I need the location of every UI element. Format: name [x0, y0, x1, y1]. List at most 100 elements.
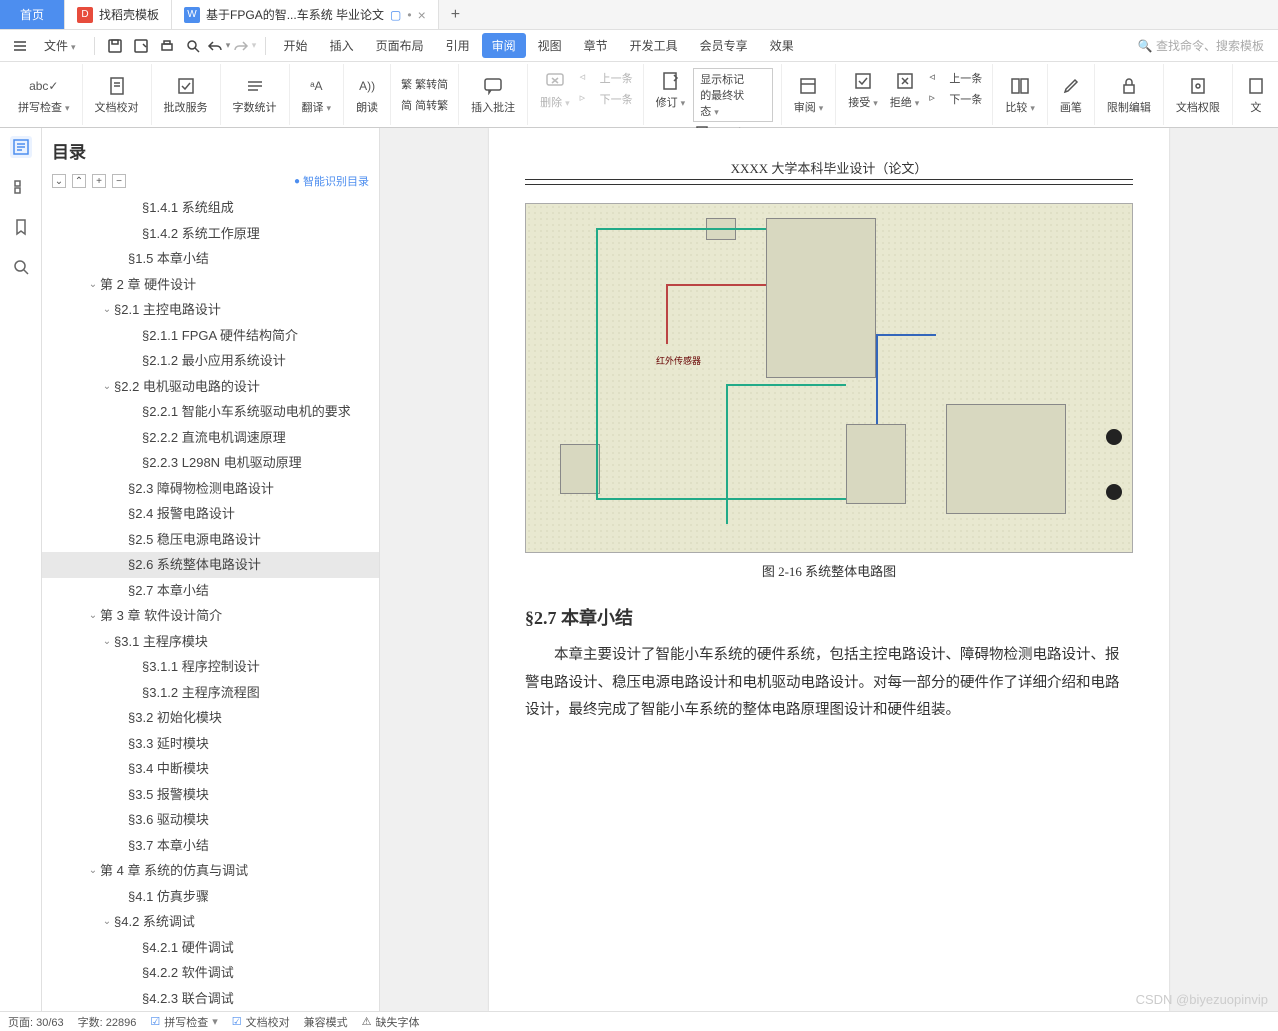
perm-button[interactable]: 文档权限 — [1172, 73, 1224, 117]
translate-button[interactable]: ᵃA翻译 — [298, 73, 336, 117]
toc-icon[interactable] — [10, 136, 32, 158]
menu-effects[interactable]: 效果 — [760, 33, 804, 58]
status-doccheck[interactable]: ☑文档校对 — [232, 1014, 290, 1030]
toc-item[interactable]: §3.1.1 程序控制设计 — [42, 654, 379, 680]
toc-minus[interactable]: − — [112, 174, 126, 188]
menu-insert[interactable]: 插入 — [320, 33, 364, 58]
delete-comment-button[interactable]: 删除 — [536, 68, 574, 112]
tab-actions-icon[interactable]: • — [407, 8, 411, 22]
toc-item[interactable]: §2.2.3 L298N 电机驱动原理 — [42, 450, 379, 476]
toc-item[interactable]: §3.7 本章小结 — [42, 833, 379, 859]
toc-item[interactable]: §4.2.3 联合调试 — [42, 986, 379, 1012]
toc-item[interactable]: §3.2 初始化模块 — [42, 705, 379, 731]
toc-item[interactable]: §3.6 驱动模块 — [42, 807, 379, 833]
compare-button[interactable]: 比较 — [1001, 73, 1039, 117]
tab-new[interactable]: + — [439, 0, 472, 29]
tab-document[interactable]: W 基于FPGA的智...车系统 毕业论文 ▢ • × — [172, 0, 439, 29]
trad-to-simp-button[interactable]: 繁 繁转简 — [399, 74, 450, 94]
toc-item[interactable]: §1.4.2 系统工作原理 — [42, 221, 379, 247]
status-page[interactable]: 页面: 30/63 — [8, 1014, 64, 1030]
next-change-button[interactable]: ▹下一条 — [927, 89, 984, 109]
hamburger-icon[interactable] — [8, 34, 32, 58]
accept-button[interactable]: 接受 — [844, 68, 882, 112]
menu-devtools[interactable]: 开发工具 — [620, 33, 688, 58]
toc-item[interactable]: §2.2.2 直流电机调速原理 — [42, 425, 379, 451]
toc-item[interactable]: §2.5 稳压电源电路设计 — [42, 527, 379, 553]
toc-item[interactable]: ⌄第 3 章 软件设计简介 — [42, 603, 379, 629]
toc-plus[interactable]: + — [92, 174, 106, 188]
menu-chapter[interactable]: 章节 — [574, 33, 618, 58]
chevron-down-icon[interactable]: ⌄ — [100, 914, 114, 929]
next-comment-button[interactable]: ▹下一条 — [578, 89, 635, 109]
tab-docker[interactable]: D 找稻壳模板 — [65, 0, 172, 29]
menu-review[interactable]: 审阅 — [482, 33, 526, 58]
document-viewport[interactable]: XXXX 大学本科毕业设计（论文） 红外传感器 图 2- — [380, 128, 1278, 1011]
toc-item[interactable]: ⌄§3.1 主程序模块 — [42, 629, 379, 655]
track-changes-button[interactable]: 修订 — [652, 68, 690, 112]
toc-item[interactable]: §1.5 本章小结 — [42, 246, 379, 272]
chevron-down-icon[interactable]: ⌄ — [100, 634, 114, 649]
toc-item[interactable]: §3.1.2 主程序流程图 — [42, 680, 379, 706]
tab-home[interactable]: 首页 — [0, 0, 65, 29]
toc-item[interactable]: §3.3 延时模块 — [42, 731, 379, 757]
simp-to-trad-button[interactable]: 简 简转繁 — [399, 95, 450, 115]
redo-icon[interactable] — [233, 34, 257, 58]
save-icon[interactable] — [103, 34, 127, 58]
toc-item[interactable]: §2.1.1 FPGA 硬件结构简介 — [42, 323, 379, 349]
toc-item[interactable]: §2.6 系统整体电路设计 — [42, 552, 379, 578]
bookmark-icon[interactable] — [10, 216, 32, 238]
menu-ref[interactable]: 引用 — [436, 33, 480, 58]
toc-smart-recognize[interactable]: 智能识别目录 — [294, 173, 369, 189]
status-compat[interactable]: 兼容模式 — [304, 1014, 348, 1030]
review-pane-button[interactable]: 审阅 — [790, 73, 828, 117]
toc-item[interactable]: §1.4.1 系统组成 — [42, 195, 379, 221]
toc-item[interactable]: ⌄§4.2 系统调试 — [42, 909, 379, 935]
insert-comment-button[interactable]: 插入批注 — [467, 73, 519, 117]
chevron-down-icon[interactable]: ⌄ — [86, 608, 100, 623]
status-spellcheck[interactable]: ☑拼写检查▾ — [150, 1014, 217, 1030]
toc-item[interactable]: ⌄第 4 章 系统的仿真与调试 — [42, 858, 379, 884]
status-missingfont[interactable]: ⚠缺失字体 — [362, 1014, 420, 1030]
menu-file[interactable]: 文件 — [34, 37, 86, 54]
wordcount-button[interactable]: 字数统计 — [229, 73, 281, 117]
pen-button[interactable]: 画笔 — [1056, 73, 1086, 117]
chevron-down-icon[interactable]: ⌄ — [86, 277, 100, 292]
prev-comment-button[interactable]: ◃上一条 — [578, 68, 635, 88]
menu-layout[interactable]: 页面布局 — [366, 33, 434, 58]
toc-item[interactable]: §4.1 仿真步骤 — [42, 884, 379, 910]
chevron-down-icon[interactable]: ⌄ — [86, 863, 100, 878]
save-as-icon[interactable] — [129, 34, 153, 58]
menu-members[interactable]: 会员专享 — [690, 33, 758, 58]
toc-item[interactable]: §2.2.1 智能小车系统驱动电机的要求 — [42, 399, 379, 425]
toc-item[interactable]: §4.2.1 硬件调试 — [42, 935, 379, 961]
toc-item[interactable]: §4.2.2 软件调试 — [42, 960, 379, 986]
restrict-button[interactable]: 限制编辑 — [1103, 73, 1155, 117]
close-icon[interactable]: × — [418, 7, 426, 23]
toc-item[interactable]: ⌄第 2 章 硬件设计 — [42, 272, 379, 298]
menu-start[interactable]: 开始 — [274, 33, 318, 58]
menu-view[interactable]: 视图 — [528, 33, 572, 58]
toc-item[interactable]: §3.5 报警模块 — [42, 782, 379, 808]
reject-button[interactable]: 拒绝 — [886, 68, 924, 112]
nav-icon[interactable] — [10, 176, 32, 198]
toc-expand-all[interactable]: ⌃ — [72, 174, 86, 188]
doccheck-button[interactable]: 文档校对 — [91, 73, 143, 117]
track-state-select[interactable]: 显示标记的最终状态 — [693, 68, 773, 122]
preview-icon[interactable] — [181, 34, 205, 58]
search-input[interactable]: 查找命令、搜索模板 — [1132, 35, 1270, 56]
toc-item[interactable]: §2.3 障碍物检测电路设计 — [42, 476, 379, 502]
prev-change-button[interactable]: ◃上一条 — [927, 68, 984, 88]
print-icon[interactable] — [155, 34, 179, 58]
toc-item[interactable]: §2.1.2 最小应用系统设计 — [42, 348, 379, 374]
search-icon[interactable] — [10, 256, 32, 278]
toc-item[interactable]: ⌄§2.1 主控电路设计 — [42, 297, 379, 323]
chevron-down-icon[interactable]: ⌄ — [100, 379, 114, 394]
chevron-down-icon[interactable]: ⌄ — [100, 302, 114, 317]
toc-collapse-all[interactable]: ⌄ — [52, 174, 66, 188]
toc-item[interactable]: §2.7 本章小结 — [42, 578, 379, 604]
approve-button[interactable]: 批改服务 — [160, 73, 212, 117]
toc-item[interactable]: ⌄§2.2 电机驱动电路的设计 — [42, 374, 379, 400]
status-words[interactable]: 字数: 22896 — [78, 1014, 137, 1030]
read-button[interactable]: A))朗读 — [352, 73, 382, 117]
doc2-button[interactable]: 文 — [1241, 73, 1271, 117]
